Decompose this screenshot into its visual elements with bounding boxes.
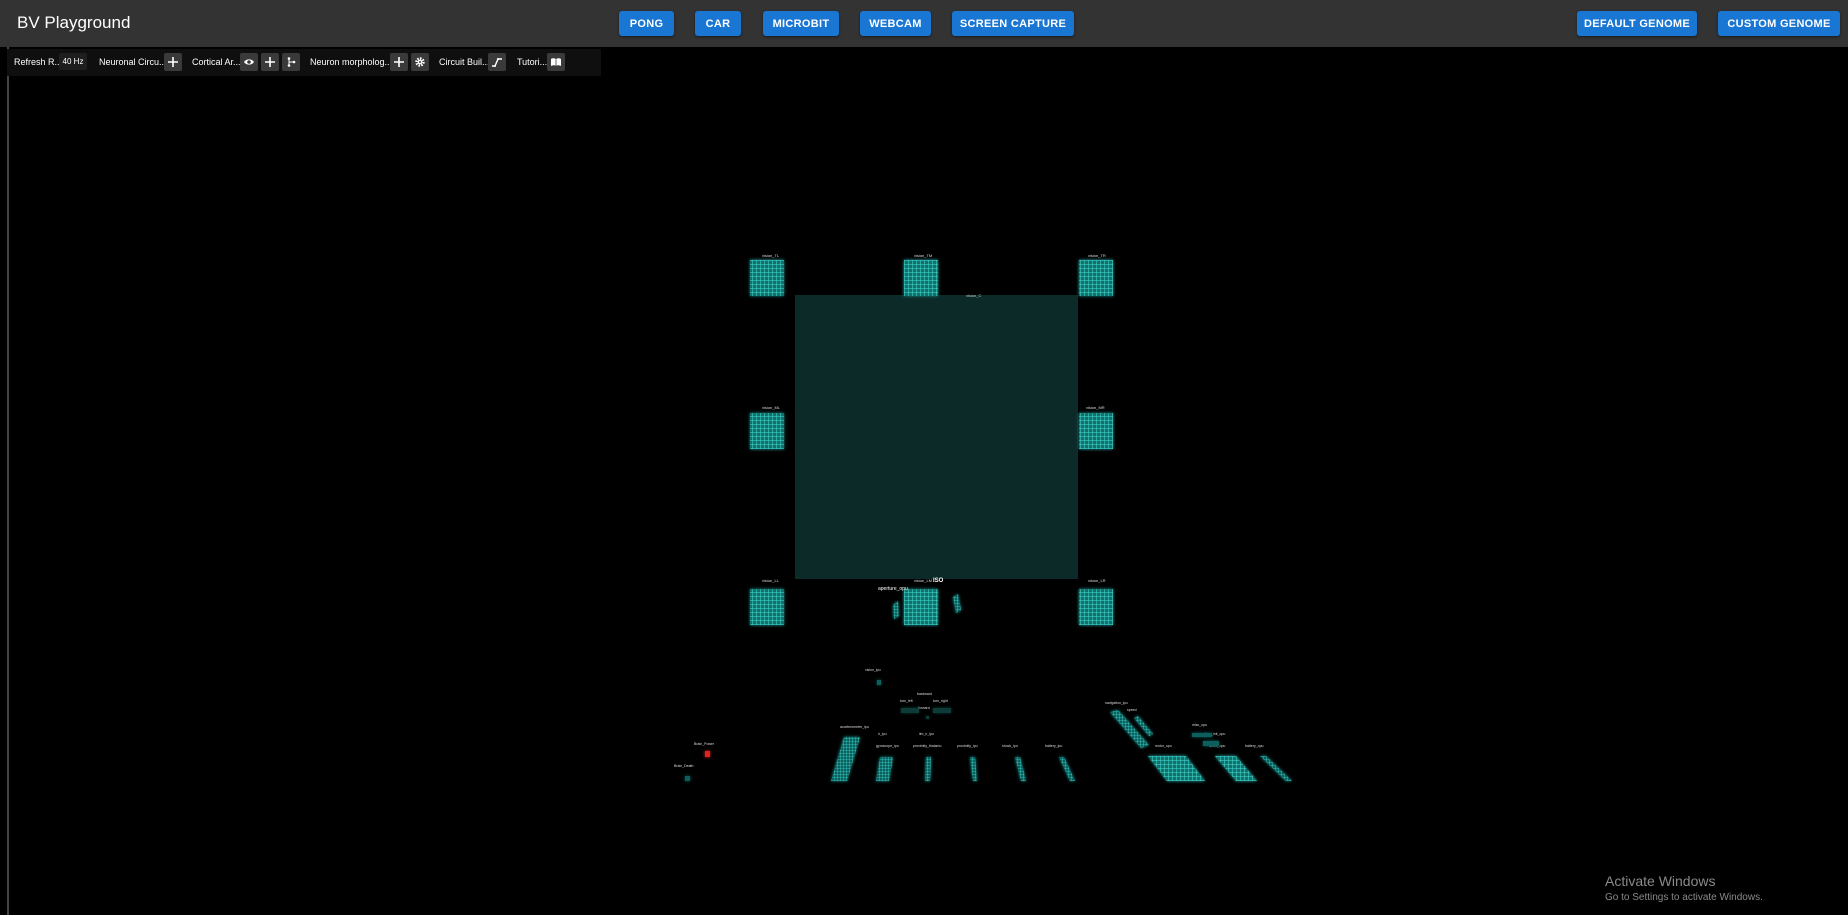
aperture-sliver-left (893, 601, 899, 619)
refresh-rate-label: Refresh R... (14, 57, 63, 67)
vision-ml-cube (750, 413, 784, 449)
gyroscope-ipu-area (876, 757, 893, 781)
brain-power-label: Brain_Power (694, 742, 715, 746)
tutorial-label: Tutori... (517, 57, 548, 67)
iim-ir-ipu-label: iim_ir_ipu (919, 732, 934, 736)
vision-tm-label: vision_TM (914, 253, 932, 258)
vision-ll-cube (750, 589, 784, 625)
vision-tr-label: vision_TR (1088, 253, 1106, 258)
battery-opu-area (1260, 756, 1292, 781)
vision-lm-label: vision_LM (914, 578, 932, 583)
navigation-ipu-label: navigation_ipu (1105, 701, 1128, 705)
vision-ipu-area (877, 680, 881, 685)
vision-ipu-label: vision_ipu (865, 668, 881, 672)
battery-ipu-area (1059, 757, 1075, 781)
speed-label: speed (1127, 708, 1137, 712)
forward-label: forward (918, 706, 930, 710)
vision-lm-cube (904, 589, 938, 625)
activate-windows-subtitle: Go to Settings to activate Windows. (1605, 892, 1763, 903)
circuit-icon (492, 58, 502, 67)
turn-left-label: turn_left (900, 699, 913, 703)
vision-mr-cube (1079, 413, 1113, 449)
servo-opu-area (1215, 756, 1257, 781)
iso-label: ISO (933, 578, 944, 584)
eye-icon (244, 59, 254, 65)
refresh-rate-value[interactable]: 40 Hz (59, 53, 87, 70)
aperture-label: aperture_opu (878, 586, 908, 592)
vision-tl-cube (750, 260, 784, 296)
neuronal-circuit-label: Neuronal Circu... (99, 57, 167, 67)
neuron-morphology-label: Neuron morpholog... (310, 57, 393, 67)
morphology-settings-button[interactable] (411, 53, 429, 71)
circuit-builder-button[interactable] (488, 53, 506, 71)
motor-opu-label: motor_opu (1155, 744, 1172, 748)
navigation-ipu-area (1110, 710, 1149, 748)
shock-ipu-label: shock_ipu (1002, 744, 1018, 748)
turn-right-label: turn_right (933, 699, 948, 703)
brain-death-area (685, 776, 690, 781)
add-neuronal-circuit-button[interactable] (164, 53, 182, 71)
tutorial-button[interactable] (547, 53, 565, 71)
battery-opu-label: battery_opu (1245, 744, 1264, 748)
cortical-area-label: Cortical Ar... (192, 57, 241, 67)
circuit-builder-label: Circuit Buil... (439, 57, 490, 67)
forward-area (926, 716, 929, 719)
proximity-ipu-area (970, 757, 977, 781)
vision-c-label: vision_C (966, 293, 981, 298)
activate-windows-title: Activate Windows (1605, 873, 1716, 889)
vision-tm-cube (904, 260, 938, 296)
vision-lr-label: vision_LR (1088, 578, 1106, 583)
proximity-thalamu-area (925, 757, 931, 781)
book-icon (551, 58, 561, 66)
motor-opu-area (1148, 756, 1205, 781)
vision-lr-cube (1079, 589, 1113, 625)
turn-left-area (901, 708, 919, 713)
visualizer-toolbar: Refresh R... 40 Hz Neuronal Circu... Cor… (7, 49, 601, 76)
vision-c-area (795, 295, 1078, 579)
vision-tl-label: vision_TL (762, 253, 780, 258)
plus-icon (265, 57, 275, 67)
proximity-thalamu-label: proximity_thalamu (913, 744, 941, 748)
cortical-tree-button[interactable] (282, 53, 300, 71)
vision-mr-label: vision_MR (1086, 405, 1105, 410)
misc-opu-label: misc_opu (1192, 723, 1207, 727)
brain-death-label: Brain_Death (674, 764, 694, 768)
brain-power-area (705, 751, 710, 757)
gyroscope-ipu-label: gyroscope_ipu (876, 744, 899, 748)
view-cortical-area-button[interactable] (240, 53, 258, 71)
plus-icon (168, 57, 178, 67)
brain-visualization: vision_C vision_TL vision_TM vision_TR v… (674, 253, 1292, 781)
add-neuron-morphology-button[interactable] (390, 53, 408, 71)
vision-tr-cube (1079, 260, 1113, 296)
accelerometer-ipu-label: accelerometer_ipu (840, 725, 869, 729)
ir-ipu-label: ir_ipu (878, 732, 887, 736)
add-cortical-area-button[interactable] (261, 53, 279, 71)
backward-label: backward (917, 692, 932, 696)
plus-icon (394, 57, 404, 67)
accelerometer-ipu-area (831, 737, 860, 781)
gear-icon (415, 57, 425, 67)
misc-opu-area (1192, 733, 1212, 737)
vision-ml-label: vision_ML (762, 405, 781, 410)
proximity-ipu-label: proximity_ipu (957, 744, 978, 748)
vision-ll-label: vision_LL (762, 578, 780, 583)
aperture-sliver-right (953, 594, 961, 613)
branch-icon (287, 57, 296, 67)
battery-ipu-label: battery_ipu (1045, 744, 1062, 748)
shock-ipu-area (1015, 757, 1026, 781)
position-init-opu-area (1203, 741, 1219, 746)
turn-right-area (933, 708, 951, 713)
